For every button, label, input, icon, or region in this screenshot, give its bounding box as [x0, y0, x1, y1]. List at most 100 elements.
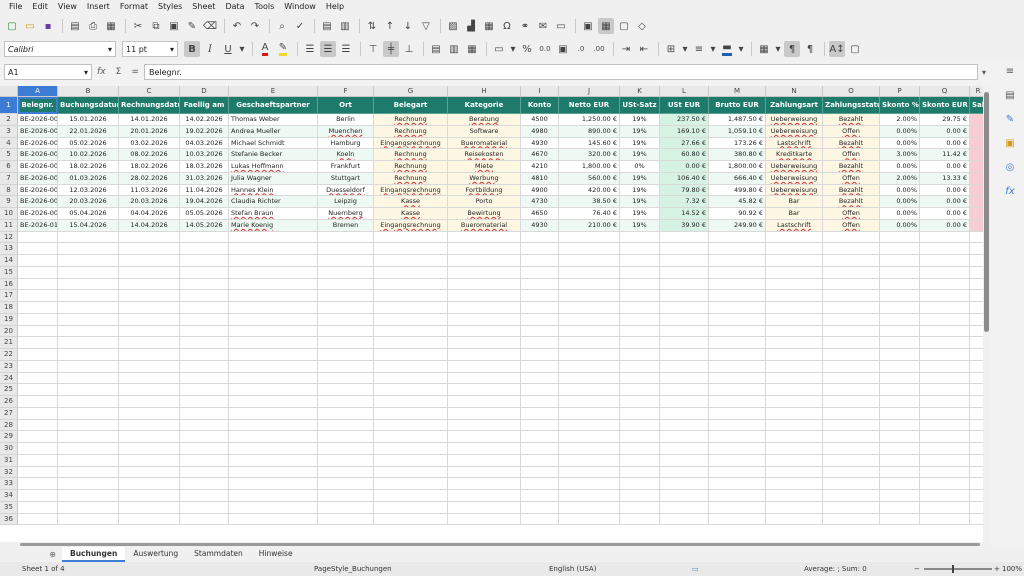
- empty-cell[interactable]: [18, 501, 58, 514]
- empty-cell[interactable]: [180, 501, 229, 514]
- merge-cells-button[interactable]: ▥: [446, 41, 462, 57]
- empty-cell[interactable]: [559, 337, 620, 349]
- empty-cell[interactable]: [448, 278, 521, 291]
- empty-cell[interactable]: [18, 419, 58, 432]
- empty-cell[interactable]: [58, 231, 119, 244]
- empty-cell[interactable]: [920, 255, 970, 267]
- empty-cell[interactable]: [660, 266, 709, 279]
- empty-cell[interactable]: [18, 466, 58, 479]
- wrap-text-button[interactable]: ▤: [428, 41, 444, 57]
- empty-cell[interactable]: [58, 490, 119, 502]
- table-cell[interactable]: Ueberweisung: [766, 114, 823, 126]
- row-header-26[interactable]: 26: [0, 396, 18, 408]
- font-color-button[interactable]: A: [257, 41, 273, 57]
- empty-cell[interactable]: [318, 478, 374, 490]
- empty-cell[interactable]: [766, 384, 823, 396]
- empty-cell[interactable]: [18, 231, 58, 244]
- empty-cell[interactable]: [620, 478, 660, 490]
- table-cell[interactable]: Eingangsrechnung: [374, 137, 448, 150]
- table-cell[interactable]: 1,800.00 €: [559, 161, 620, 173]
- column-header-r[interactable]: R: [970, 86, 983, 97]
- empty-cell[interactable]: [660, 290, 709, 302]
- gallery-icon[interactable]: ▣: [1002, 135, 1018, 151]
- empty-cell[interactable]: [318, 302, 374, 314]
- new-button[interactable]: ▢: [4, 18, 20, 34]
- empty-cell[interactable]: [559, 313, 620, 326]
- empty-cell[interactable]: [920, 325, 970, 338]
- empty-cell[interactable]: [318, 443, 374, 455]
- table-cell[interactable]: Claudia Richter: [229, 196, 318, 208]
- empty-cell[interactable]: [709, 372, 766, 385]
- table-cell[interactable]: Berlin: [318, 114, 374, 126]
- row-header-14[interactable]: 14: [0, 255, 18, 267]
- table-cell[interactable]: 19%: [620, 208, 660, 220]
- empty-cell[interactable]: [970, 232, 983, 244]
- table-cell[interactable]: 0.00%: [880, 184, 920, 197]
- empty-cell[interactable]: [448, 360, 521, 373]
- empty-cell[interactable]: [58, 337, 119, 349]
- empty-cell[interactable]: [18, 396, 58, 408]
- table-cell[interactable]: Bar: [766, 208, 823, 220]
- empty-cell[interactable]: [709, 490, 766, 502]
- empty-cell[interactable]: [559, 243, 620, 255]
- empty-cell[interactable]: [823, 360, 880, 373]
- table-cell[interactable]: 20.03.2026: [58, 196, 119, 208]
- table-cell[interactable]: 11.03.2026: [119, 184, 180, 197]
- empty-cell[interactable]: [318, 501, 374, 514]
- row-header-3[interactable]: 3: [0, 125, 18, 138]
- empty-cell[interactable]: [970, 314, 983, 326]
- empty-cell[interactable]: [229, 360, 318, 373]
- selection-mode-icon[interactable]: ▭: [692, 562, 699, 576]
- empty-cell[interactable]: [559, 231, 620, 244]
- row-header-30[interactable]: 30: [0, 443, 18, 455]
- column-header-p[interactable]: P: [880, 86, 920, 97]
- empty-cell[interactable]: [920, 454, 970, 467]
- empty-cell[interactable]: [229, 478, 318, 490]
- spelling-button[interactable]: ✓: [292, 18, 308, 34]
- empty-cell[interactable]: [448, 501, 521, 514]
- empty-cell[interactable]: [180, 396, 229, 408]
- empty-cell[interactable]: [229, 466, 318, 479]
- table-cell[interactable]: Andrea Mueller: [229, 125, 318, 138]
- empty-cell[interactable]: [318, 313, 374, 326]
- column-header-l[interactable]: L: [660, 86, 709, 97]
- empty-cell[interactable]: [119, 231, 180, 244]
- table-cell[interactable]: [970, 114, 983, 126]
- empty-cell[interactable]: [521, 231, 559, 244]
- undo-button[interactable]: ↶: [229, 18, 245, 34]
- empty-cell[interactable]: [823, 396, 880, 408]
- table-cell[interactable]: 0.00%: [880, 137, 920, 150]
- clear-format-button[interactable]: ⌫: [202, 18, 218, 34]
- menu-styles[interactable]: Styles: [153, 0, 187, 14]
- empty-cell[interactable]: [229, 313, 318, 326]
- row-header-32[interactable]: 32: [0, 466, 18, 479]
- empty-cell[interactable]: [58, 384, 119, 396]
- table-cell[interactable]: [970, 161, 983, 173]
- table-cell[interactable]: 14.05.2026: [180, 219, 229, 232]
- empty-cell[interactable]: [823, 302, 880, 314]
- empty-cell[interactable]: [880, 454, 920, 467]
- empty-cell[interactable]: [448, 313, 521, 326]
- empty-cell[interactable]: [920, 490, 970, 502]
- empty-cell[interactable]: [119, 443, 180, 455]
- empty-cell[interactable]: [180, 337, 229, 349]
- empty-cell[interactable]: [521, 419, 559, 432]
- print-preview-button[interactable]: ▦: [103, 18, 119, 34]
- empty-cell[interactable]: [880, 360, 920, 373]
- empty-cell[interactable]: [180, 325, 229, 338]
- table-cell[interactable]: Muenchen: [318, 125, 374, 138]
- empty-cell[interactable]: [229, 454, 318, 467]
- empty-cell[interactable]: [880, 443, 920, 455]
- empty-cell[interactable]: [660, 396, 709, 408]
- empty-cell[interactable]: [58, 454, 119, 467]
- navigator-icon[interactable]: ◎: [1002, 159, 1018, 175]
- table-cell[interactable]: Lastschrift: [766, 219, 823, 232]
- empty-cell[interactable]: [880, 478, 920, 490]
- empty-cell[interactable]: [229, 243, 318, 255]
- empty-cell[interactable]: [119, 431, 180, 443]
- underline-button[interactable]: U: [220, 41, 236, 57]
- vertical-scrollbar[interactable]: [983, 86, 990, 542]
- empty-cell[interactable]: [620, 407, 660, 420]
- table-cell[interactable]: 19%: [620, 149, 660, 161]
- empty-cell[interactable]: [660, 313, 709, 326]
